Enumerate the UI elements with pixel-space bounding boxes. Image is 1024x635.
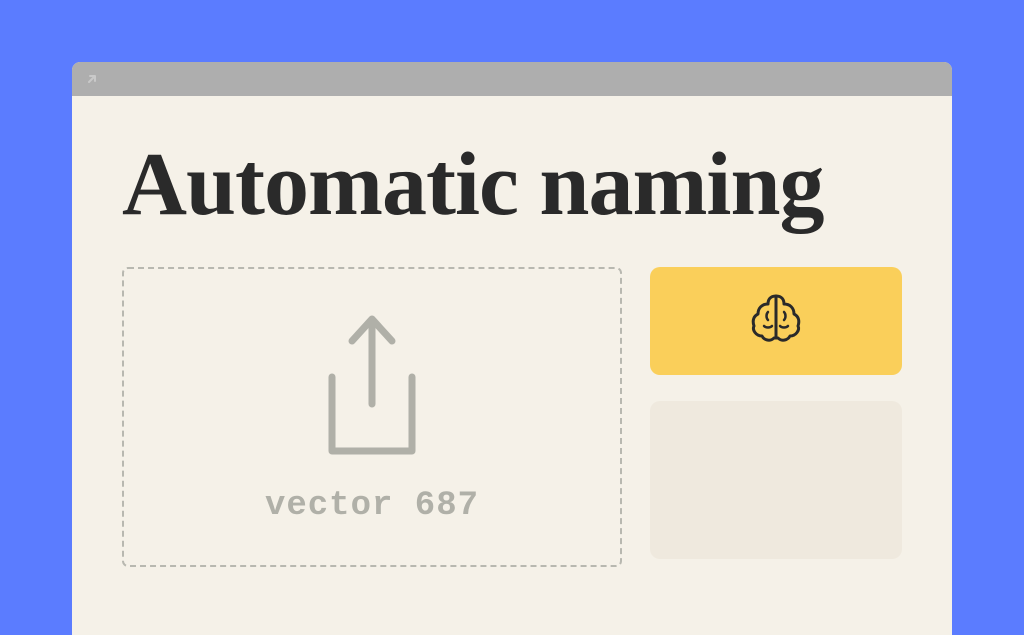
page-title: Automatic naming: [122, 138, 902, 233]
layout-grid: vector 687: [122, 267, 902, 567]
upload-icon: [307, 309, 437, 469]
side-column: [650, 267, 902, 567]
placeholder-card: [650, 401, 902, 559]
app-window: Automatic naming vector 687: [72, 62, 952, 635]
upload-dropzone[interactable]: vector 687: [122, 267, 622, 567]
window-titlebar: [72, 62, 952, 96]
layer-name-label: vector 687: [265, 487, 479, 525]
external-link-icon: [84, 71, 100, 87]
ai-brain-card[interactable]: [650, 267, 902, 375]
brain-icon: [744, 290, 808, 351]
window-content: Automatic naming vector 687: [72, 96, 952, 635]
